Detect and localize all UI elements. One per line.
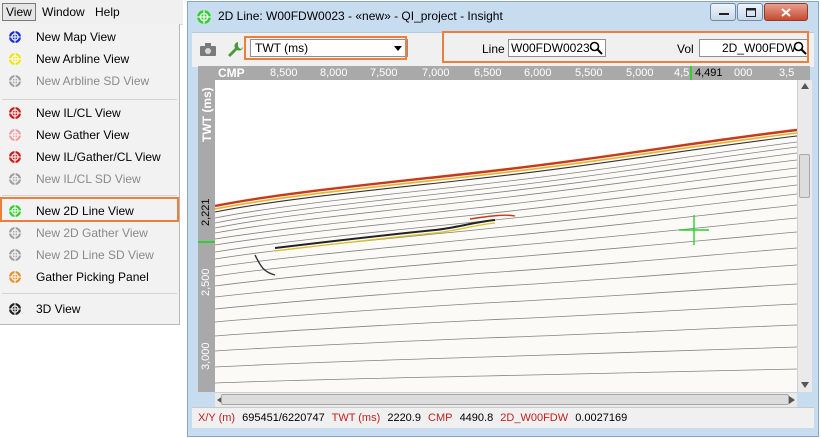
- 3d-view-icon: [9, 303, 21, 315]
- minimize-button[interactable]: [710, 3, 736, 21]
- scroll-down-icon[interactable]: [801, 382, 809, 388]
- cmp-tick: 7,000: [422, 67, 450, 79]
- highlight-twt-select: [244, 36, 407, 60]
- status-cmp-value: 4490.8: [459, 412, 494, 424]
- arbline-view-icon: [9, 53, 21, 65]
- menu-separator: [2, 99, 177, 100]
- status-twt-value: 2220.9: [387, 412, 421, 424]
- status-xy-label: X/Y (m): [198, 412, 236, 424]
- il-gather-cl-view-icon: [9, 151, 21, 163]
- menu-item-label: New IL/Gather/CL View: [36, 150, 161, 164]
- status-vol-label: 2D_W00FDW: [500, 412, 569, 424]
- cmp-tick: 7,500: [370, 67, 398, 79]
- menu-item-gather-picking-panel[interactable]: Gather Picking Panel: [0, 266, 179, 288]
- il-cl-sd-view-icon: [9, 173, 21, 185]
- twt-tick: 3,000: [200, 342, 212, 370]
- menu-view[interactable]: View: [2, 3, 36, 21]
- status-twt-label: TWT (ms): [331, 412, 381, 424]
- 2d-line-view-icon: [197, 10, 211, 24]
- gather-picking-icon: [9, 271, 21, 283]
- twt-cursor-marker: [198, 241, 215, 243]
- menu-item-label: New IL/CL SD View: [36, 172, 141, 186]
- menu-item-label: New IL/CL View: [36, 106, 121, 120]
- twt-cursor-value: 2,221: [200, 198, 212, 226]
- wrench-icon[interactable]: [226, 40, 244, 58]
- menu-item-label: New 2D Line SD View: [36, 248, 154, 262]
- gather-view-icon: [9, 129, 21, 141]
- close-icon: [781, 8, 791, 17]
- menu-item-label: New Arbline SD View: [36, 74, 150, 88]
- cmp-tick: 3,5: [779, 67, 795, 79]
- maximize-button[interactable]: [737, 3, 763, 21]
- menu-item-label: New Gather View: [36, 128, 130, 142]
- vertical-scrollbar[interactable]: [797, 80, 812, 392]
- menu-separator: [2, 293, 177, 294]
- twt-tick: 2,500: [200, 268, 212, 296]
- status-cmp-label: CMP: [428, 412, 453, 424]
- menu-item-new-gather-view[interactable]: New Gather View: [0, 124, 179, 146]
- cmp-cursor-value: 4,491: [695, 67, 723, 79]
- window-titlebar[interactable]: 2D Line: W00FDW0023 - «new» - QI_project…: [188, 2, 818, 31]
- horizontal-scroll-thumb[interactable]: [221, 394, 789, 405]
- menu-item-new-il-cl-view[interactable]: New IL/CL View: [0, 102, 179, 124]
- cmp-tick: 5,000: [626, 67, 654, 79]
- menu-item-label: 3D View: [36, 302, 81, 316]
- scroll-right-icon[interactable]: [789, 396, 795, 404]
- cmp-tick: 000: [734, 67, 753, 79]
- menu-item-new-il-cl-sd-view[interactable]: New IL/CL SD View: [0, 168, 179, 190]
- scroll-up-icon[interactable]: [801, 83, 809, 89]
- status-bar: X/Y (m) 695451/6220747 TWT (ms) 2220.9 C…: [192, 407, 814, 428]
- view-dropdown-menu: New Map View New Arbline View New Arblin…: [0, 24, 180, 325]
- twt-axis-label: TWT (ms): [200, 87, 214, 142]
- menu-item-new-map-view[interactable]: New Map View: [0, 26, 179, 48]
- cmp-axis-label: CMP: [218, 66, 245, 80]
- menu-item-new-il-gather-cl-view[interactable]: New IL/Gather/CL View: [0, 146, 179, 168]
- cmp-cursor-marker: [690, 66, 692, 80]
- cmp-axis: CMP 8,500 8,000 7,500 7,000 6,500 6,000 …: [198, 66, 810, 80]
- menu-item-label: New Arbline View: [36, 52, 130, 66]
- maximize-icon: [746, 8, 756, 17]
- cmp-tick: 5,500: [575, 67, 603, 79]
- map-view-icon: [9, 31, 21, 43]
- cmp-tick: 6,000: [524, 67, 552, 79]
- menu-item-label: New 2D Gather View: [36, 226, 148, 240]
- menu-item-label: New Map View: [36, 30, 116, 44]
- menu-separator: [2, 195, 177, 196]
- cmp-tick: 8,500: [270, 67, 298, 79]
- menu-item-new-2d-line-sd-view[interactable]: New 2D Line SD View: [0, 244, 179, 266]
- menu-item-3d-view[interactable]: 3D View: [0, 298, 179, 320]
- vertical-scroll-thumb[interactable]: [799, 154, 810, 198]
- cmp-tick: 8,000: [320, 67, 348, 79]
- camera-icon[interactable]: [200, 43, 216, 56]
- 2d-line-window: 2D Line: W00FDW0023 - «new» - QI_project…: [187, 1, 819, 437]
- menu-item-new-arbline-view[interactable]: New Arbline View: [0, 48, 179, 70]
- menu-item-new-2d-gather-view[interactable]: New 2D Gather View: [0, 222, 179, 244]
- seismic-section[interactable]: [215, 80, 797, 392]
- menu-item-new-arbline-sd-view[interactable]: New Arbline SD View: [0, 70, 179, 92]
- window-title: 2D Line: W00FDW0023 - «new» - QI_project…: [218, 9, 503, 23]
- menubar: View Window Help: [0, 0, 183, 25]
- seismic-traces: [215, 80, 797, 392]
- menu-window[interactable]: Window: [39, 4, 88, 20]
- minimize-icon: [719, 13, 729, 15]
- arbline-sd-view-icon: [9, 75, 21, 87]
- cmp-tick: 4,5: [674, 67, 690, 79]
- 2d-line-sd-view-icon: [9, 249, 21, 261]
- cmp-tick: 6,500: [474, 67, 502, 79]
- horizontal-scrollbar[interactable]: [215, 392, 797, 407]
- il-cl-view-icon: [9, 107, 21, 119]
- close-button[interactable]: [764, 3, 808, 21]
- twt-axis: TWT (ms) 2,221 2,500 3,000: [198, 80, 215, 392]
- highlight-line-vol: [442, 31, 809, 63]
- status-vol-value: 0.0027169: [575, 412, 628, 424]
- menu-item-label: Gather Picking Panel: [36, 270, 149, 284]
- highlight-new-2d-line-view: [0, 197, 179, 222]
- 2d-gather-view-icon: [9, 227, 21, 239]
- status-xy-value: 695451/6220747: [242, 412, 325, 424]
- menu-help[interactable]: Help: [92, 4, 123, 20]
